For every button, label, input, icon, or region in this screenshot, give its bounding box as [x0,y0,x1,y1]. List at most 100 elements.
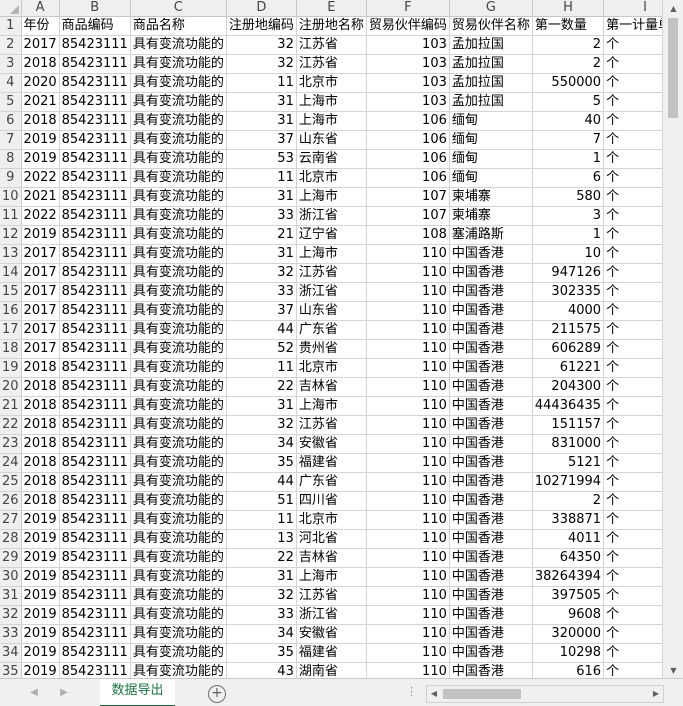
cell[interactable]: 江苏省 [296,263,367,283]
row-header[interactable]: 1 [0,16,22,36]
cell[interactable]: 安徽省 [296,624,367,644]
cell[interactable]: 中国香港 [449,320,533,340]
cell[interactable]: 85423111 [59,358,131,378]
cell[interactable]: 2018 [21,434,60,454]
cell[interactable]: 13 [226,529,297,549]
cell[interactable]: 33 [226,206,297,226]
cell[interactable]: 2018 [21,472,60,492]
cell[interactable]: 具有变流功能的 [130,548,227,568]
cell[interactable]: 2019 [21,529,60,549]
cell[interactable]: 31 [226,244,297,264]
cell[interactable]: 具有变流功能的 [130,168,227,188]
cell[interactable]: 831000 [532,434,605,454]
cell[interactable]: 孟加拉国 [449,73,533,93]
cell[interactable]: 吉林省 [296,377,367,397]
cell[interactable]: 110 [366,567,450,587]
cell[interactable]: 302335 [532,282,605,302]
cell[interactable]: 中国香港 [449,643,533,663]
row-header[interactable]: 24 [0,453,22,473]
triangle-right-icon[interactable]: ▶ [56,685,72,701]
cell[interactable]: 2017 [21,339,60,359]
cell[interactable]: 2018 [21,377,60,397]
cell[interactable]: 中国香港 [449,244,533,264]
cell[interactable]: 110 [366,396,450,416]
cell[interactable]: 11 [226,358,297,378]
cell[interactable]: 北京市 [296,510,367,530]
cell[interactable]: 85423111 [59,453,131,473]
cell[interactable]: 2018 [21,111,60,131]
cell[interactable]: 85423111 [59,377,131,397]
cell[interactable]: 397505 [532,586,605,606]
cell[interactable]: 中国香港 [449,567,533,587]
cell[interactable]: 2019 [21,510,60,530]
cell[interactable]: 110 [366,320,450,340]
cell[interactable]: 2022 [21,206,60,226]
cell[interactable]: 福建省 [296,453,367,473]
cell[interactable]: 上海市 [296,396,367,416]
row-header[interactable]: 6 [0,111,22,131]
cell[interactable]: 具有变流功能的 [130,149,227,169]
row-header[interactable]: 13 [0,244,22,264]
cell[interactable]: 具有变流功能的 [130,472,227,492]
cell[interactable]: 32 [226,54,297,74]
cell[interactable]: 85423111 [59,149,131,169]
cell[interactable]: 北京市 [296,358,367,378]
cell[interactable]: 85423111 [59,586,131,606]
row-header[interactable]: 4 [0,73,22,93]
cell[interactable]: 上海市 [296,111,367,131]
cell[interactable]: 6 [532,168,605,188]
cell[interactable]: 2018 [21,396,60,416]
row-header[interactable]: 8 [0,149,22,169]
cell[interactable]: 柬埔寨 [449,206,533,226]
column-header[interactable]: D [226,0,297,17]
row-header[interactable]: 11 [0,206,22,226]
cell[interactable]: 85423111 [59,206,131,226]
vertical-scrollbar[interactable]: ▲ ▼ [662,0,683,678]
cell[interactable]: 2020 [21,73,60,93]
cell[interactable]: 云南省 [296,149,367,169]
cell[interactable]: 33 [226,605,297,625]
cell[interactable]: 具有变流功能的 [130,415,227,435]
cell[interactable]: 85423111 [59,187,131,207]
cell[interactable]: 110 [366,434,450,454]
cell[interactable]: 2018 [21,415,60,435]
cell[interactable]: 44 [226,320,297,340]
cell[interactable]: 85423111 [59,263,131,283]
cell[interactable]: 110 [366,301,450,321]
cell[interactable]: 2017 [21,35,60,55]
cell[interactable]: 85423111 [59,510,131,530]
cell[interactable]: 106 [366,168,450,188]
cell[interactable]: 110 [366,586,450,606]
cell[interactable]: 2019 [21,567,60,587]
cell[interactable]: 85423111 [59,35,131,55]
cell[interactable]: 32 [226,586,297,606]
cell[interactable]: 9608 [532,605,605,625]
row-header[interactable]: 34 [0,643,22,663]
cell[interactable]: 具有变流功能的 [130,244,227,264]
cell[interactable]: 具有变流功能的 [130,111,227,131]
cell[interactable]: 85423111 [59,605,131,625]
cell[interactable]: 广东省 [296,472,367,492]
column-header[interactable]: G [449,0,533,17]
cell[interactable]: 具有变流功能的 [130,130,227,150]
cell[interactable]: 22 [226,548,297,568]
cell[interactable]: 具有变流功能的 [130,510,227,530]
cell[interactable]: 安徽省 [296,434,367,454]
cell[interactable]: 具有变流功能的 [130,567,227,587]
cell[interactable]: 85423111 [59,168,131,188]
cell[interactable]: 32 [226,415,297,435]
cell[interactable]: 具有变流功能的 [130,206,227,226]
cell[interactable]: 具有变流功能的 [130,187,227,207]
cell[interactable]: 151157 [532,415,605,435]
cell[interactable]: 85423111 [59,73,131,93]
cell[interactable]: 具有变流功能的 [130,643,227,663]
cell[interactable]: 中国香港 [449,586,533,606]
column-header[interactable]: B [59,0,131,17]
cell[interactable]: 2019 [21,548,60,568]
cell[interactable]: 110 [366,510,450,530]
row-header[interactable]: 26 [0,491,22,511]
cell[interactable]: 中国香港 [449,453,533,473]
cell[interactable]: 2019 [21,586,60,606]
cell[interactable]: 338871 [532,510,605,530]
vertical-scroll-thumb[interactable] [668,18,678,118]
